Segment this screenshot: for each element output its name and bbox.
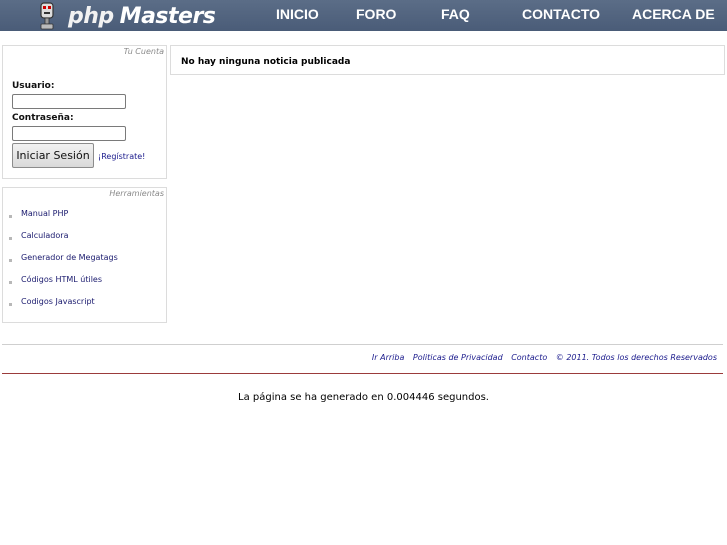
password-input[interactable]	[12, 126, 126, 141]
username-input[interactable]	[12, 94, 126, 109]
list-item: Códigos HTML útiles	[3, 275, 166, 297]
header-bar: php Masters INICIO FORO FAQ CONTACTO ACER…	[0, 0, 727, 31]
bullet-icon	[9, 237, 12, 240]
username-label: Usuario:	[12, 81, 55, 91]
logo-masters: Masters	[119, 3, 216, 29]
logo-php: php	[68, 3, 114, 29]
footer-link-privacy[interactable]: Politicas de Privacidad	[413, 353, 503, 362]
login-button[interactable]: Iniciar Sesión	[12, 143, 94, 168]
nav-acerca-de[interactable]: ACERCA DE	[632, 6, 715, 22]
nav-contacto[interactable]: CONTACTO	[522, 6, 600, 22]
nav-faq[interactable]: FAQ	[441, 6, 470, 22]
list-item: Manual PHP	[3, 209, 166, 231]
list-item: Codigos Javascript	[3, 297, 166, 319]
site-logo[interactable]: php Masters	[36, 1, 216, 31]
footer-red-divider	[2, 373, 723, 374]
nav-foro[interactable]: FORO	[356, 6, 396, 22]
tool-link-javascript[interactable]: Codigos Javascript	[21, 297, 95, 306]
bullet-icon	[9, 259, 12, 262]
news-box: No hay ninguna noticia publicada	[170, 45, 725, 75]
tool-link-manual-php[interactable]: Manual PHP	[21, 209, 68, 218]
bullet-icon	[9, 281, 12, 284]
bullet-icon	[9, 303, 12, 306]
login-box-title: Tu Cuenta	[123, 47, 164, 56]
password-label: Contraseña:	[12, 113, 74, 123]
logo-text: php Masters	[68, 3, 216, 29]
footer-divider	[2, 344, 723, 345]
list-item: Generador de Megatags	[3, 253, 166, 275]
register-link[interactable]: ¡Regístrate!	[98, 152, 145, 161]
footer-copyright: © 2011. Todos los derechos Reservados	[555, 353, 717, 362]
tools-box: Herramientas Manual PHP Calculadora Gene…	[2, 187, 167, 323]
footer-links: Ir Arriba Politicas de Privacidad Contac…	[366, 353, 717, 362]
footer-link-contact[interactable]: Contacto	[511, 353, 547, 362]
tool-link-html[interactable]: Códigos HTML útiles	[21, 275, 102, 284]
logo-icon	[40, 2, 54, 30]
bullet-icon	[9, 215, 12, 218]
tool-link-calculadora[interactable]: Calculadora	[21, 231, 68, 240]
generation-time: La página se ha generado en 0.004446 seg…	[238, 392, 489, 403]
nav-inicio[interactable]: INICIO	[276, 6, 319, 22]
tool-link-megatags[interactable]: Generador de Megatags	[21, 253, 118, 262]
tools-list: Manual PHP Calculadora Generador de Mega…	[3, 209, 166, 319]
tools-box-title: Herramientas	[109, 189, 164, 198]
list-item: Calculadora	[3, 231, 166, 253]
news-empty-message: No hay ninguna noticia publicada	[181, 57, 351, 67]
login-box: Tu Cuenta Usuario: Contraseña: Iniciar S…	[2, 45, 167, 179]
footer-link-top[interactable]: Ir Arriba	[372, 353, 404, 362]
